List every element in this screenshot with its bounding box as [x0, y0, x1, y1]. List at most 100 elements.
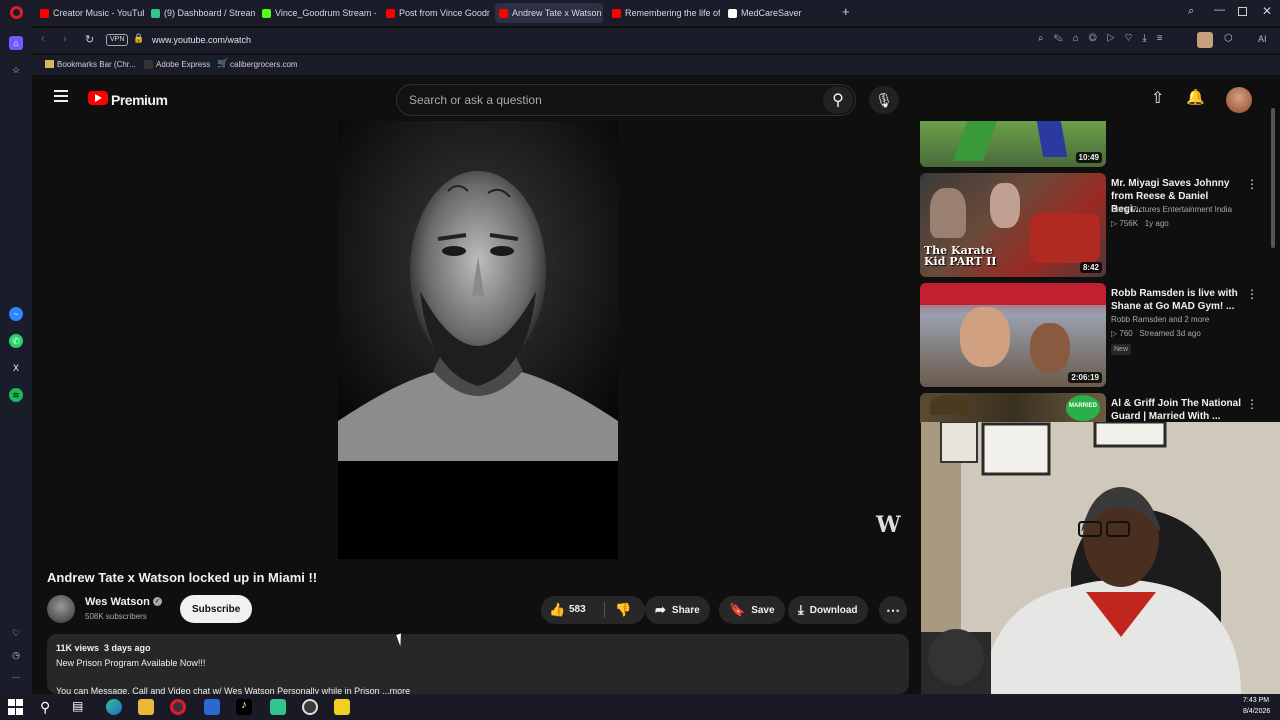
microphone-icon[interactable]: 🎙 — [869, 86, 899, 114]
file-explorer-icon[interactable] — [138, 699, 154, 715]
browser-tab[interactable]: Andrew Tate x Watson — [495, 3, 603, 23]
extensions-icon[interactable]: ⬡ — [1224, 33, 1233, 44]
tab-label: (9) Dashboard / Streamlab — [164, 8, 255, 18]
opera-taskbar-icon[interactable] — [170, 699, 186, 715]
bookmark-icon: 🔖 — [729, 602, 746, 617]
more-options-icon[interactable]: ⋮ — [1246, 177, 1258, 191]
maximize-button[interactable] — [1238, 7, 1247, 16]
thumbs-down-icon[interactable]: 👎 — [615, 602, 631, 618]
bookmark-item[interactable]: calibergrocers.com — [230, 60, 298, 69]
channel-watermark-logo[interactable]: W — [876, 512, 901, 538]
recommendation-channel[interactable]: Sony Pictures Entertainment India — [1111, 205, 1261, 214]
search-icon[interactable]: ⚲ — [823, 86, 853, 114]
thumbnail-title-text: The Karate Kid PART II — [924, 244, 997, 268]
x-twitter-icon[interactable]: X — [9, 361, 23, 375]
webcam-overlay — [921, 422, 1280, 694]
share-button[interactable]: ➦ Share — [645, 596, 710, 624]
vpn-badge[interactable]: VPN — [106, 34, 129, 46]
more-icon[interactable]: ··· — [9, 670, 23, 684]
recommendation-title[interactable]: Robb Ramsden is live with Shane at Go MA… — [1111, 287, 1241, 313]
account-avatar[interactable] — [1226, 87, 1252, 113]
sticky-notes-icon[interactable] — [334, 699, 350, 715]
more-actions-button[interactable]: ⋯ — [879, 596, 907, 624]
close-window-button[interactable]: ✕ — [1262, 4, 1272, 18]
taskbar-clock-time[interactable]: 7:43 PM — [1243, 697, 1269, 704]
recommendation-channel[interactable]: Robb Ramsden and 2 more — [1111, 315, 1261, 324]
browser-tab[interactable]: Vince_Goodrum Stream - — [258, 3, 376, 23]
more-options-icon[interactable]: ⋮ — [1246, 287, 1258, 301]
channel-avatar[interactable] — [47, 595, 75, 623]
video-thumbnail[interactable]: The Karate Kid PART II 8:42 — [920, 173, 1106, 277]
heart-icon[interactable]: ♡ — [9, 626, 23, 640]
description-box[interactable]: 11K views 3 days ago New Prison Program … — [47, 634, 909, 694]
tab-search-icon[interactable]: ⌕ — [1188, 5, 1194, 18]
bookmark-folder-icon — [45, 60, 54, 68]
video-thumbnail[interactable]: MARRIED — [920, 393, 1106, 423]
new-tab-button[interactable]: + — [842, 4, 854, 20]
save-button[interactable]: 🔖 Save — [719, 596, 785, 624]
more-options-icon[interactable]: ⋮ — [1246, 397, 1258, 411]
history-icon[interactable]: ◷ — [9, 648, 23, 662]
download-button[interactable]: ⤓ Download — [788, 596, 868, 624]
browser-tab-bar: Creator Music - YouTube (9) Dashboard / S… — [0, 0, 1280, 26]
tab-favicon-icon — [40, 8, 49, 18]
obs-icon[interactable] — [302, 699, 318, 715]
pinboard-icon[interactable]: ☆ — [9, 63, 23, 77]
back-icon[interactable]: ‹ — [41, 33, 45, 45]
taskbar-search-icon[interactable]: ⚲ — [40, 699, 56, 715]
recommendation-item[interactable]: 10:49 — [920, 121, 1280, 167]
messenger-icon[interactable]: ~ — [9, 307, 23, 321]
video-player[interactable] — [338, 121, 618, 559]
tab-favicon-icon — [612, 8, 621, 18]
tab-favicon-icon — [499, 8, 508, 18]
whatsapp-icon[interactable]: ✆ — [9, 334, 23, 348]
browser-tab[interactable]: (9) Dashboard / Streamlab — [147, 3, 255, 23]
married-badge: MARRIED — [1066, 395, 1100, 421]
minimize-button[interactable]: — — [1214, 4, 1225, 16]
streamlabs-icon[interactable] — [270, 699, 286, 715]
windows-start-icon[interactable] — [8, 699, 23, 715]
youtube-premium-label[interactable]: Premium — [111, 92, 168, 108]
home-icon[interactable]: ⌂ — [9, 36, 23, 50]
recommendation-item[interactable]: The Karate Kid PART II 8:42 Mr. Miyagi S… — [920, 173, 1280, 279]
url-field[interactable]: www.youtube.com/watch — [152, 35, 251, 45]
lock-icon: 🔒 — [133, 33, 145, 43]
browser-tab[interactable]: Post from Vince Goodrum — [382, 3, 490, 23]
reload-icon[interactable]: ↻ — [85, 33, 94, 46]
video-frame-image — [338, 121, 618, 461]
profile-avatar-icon[interactable] — [1197, 32, 1213, 48]
thumbs-up-icon: 👍 — [549, 602, 566, 617]
aria-ai-button[interactable]: AI — [1258, 34, 1267, 44]
description-line-2: You can Message, Call and Video chat w/ … — [56, 686, 411, 694]
notifications-bell-icon[interactable]: 🔔 — [1186, 88, 1205, 106]
like-button[interactable]: 👍 583 👎 — [541, 596, 645, 624]
recommendation-item[interactable]: 2:06:19 Robb Ramsden is live with Shane … — [920, 283, 1280, 389]
task-view-icon[interactable]: ▤ — [72, 699, 88, 715]
search-input[interactable]: Search or ask a question — [396, 84, 856, 116]
browser-tab[interactable]: MedCareSaver — [724, 3, 832, 23]
tiktok-icon[interactable]: ♪ — [236, 699, 252, 715]
browser-tab[interactable]: Creator Music - YouTube — [36, 3, 144, 23]
hamburger-menu-icon[interactable] — [54, 90, 68, 102]
opera-logo-icon[interactable] — [10, 6, 23, 19]
taskbar-clock-date[interactable]: 8/4/2026 — [1243, 708, 1270, 715]
browser-tab[interactable]: Remembering the life of — [608, 3, 720, 23]
upload-icon[interactable]: ⇧ — [1151, 88, 1164, 108]
edge-icon[interactable] — [106, 699, 122, 715]
channel-name[interactable]: Wes Watson — [85, 596, 150, 608]
forward-icon[interactable]: › — [63, 33, 67, 45]
recommendation-title[interactable]: Al & Griff Join The National Guard | Mar… — [1111, 397, 1241, 423]
share-label: Share — [671, 604, 700, 616]
subscribe-button[interactable]: Subscribe — [180, 595, 253, 623]
save-label: Save — [751, 604, 775, 616]
bookmarks-bar: Bookmarks Bar (Chr... Adobe Express 🛒 ca… — [32, 55, 1280, 75]
spotify-icon[interactable]: ≋ — [9, 388, 23, 402]
bookmark-item[interactable]: Bookmarks Bar (Chr... — [57, 60, 136, 69]
video-thumbnail[interactable]: 2:06:19 — [920, 283, 1106, 387]
youtube-logo-icon[interactable] — [88, 91, 108, 105]
video-title: Andrew Tate x Watson locked up in Miami … — [47, 570, 318, 585]
store-icon[interactable] — [204, 699, 220, 715]
bookmark-item[interactable]: Adobe Express — [156, 60, 210, 69]
video-thumbnail[interactable]: 10:49 — [920, 121, 1106, 167]
tab-label: Andrew Tate x Watson — [512, 8, 602, 18]
